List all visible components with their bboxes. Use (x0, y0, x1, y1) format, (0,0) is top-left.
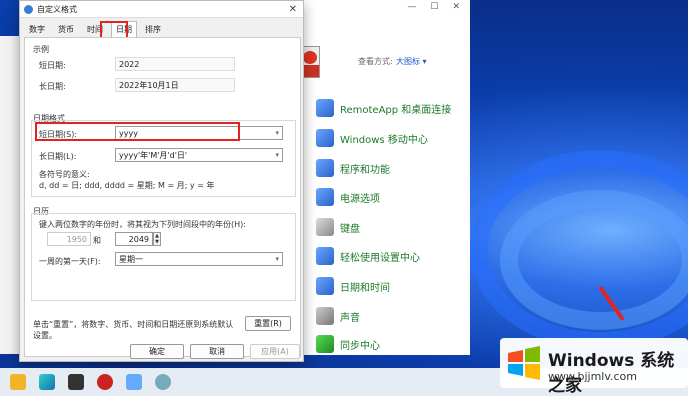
cp-item-date-time[interactable]: 日期和时间 (316, 276, 390, 296)
maximize-icon[interactable]: ☐ (430, 2, 438, 12)
settings-icon (24, 4, 33, 14)
watermark: Windows 系统之家 www.bjjmlv.com (500, 338, 688, 396)
cp-item-sound[interactable]: 声音 (316, 306, 360, 326)
windows-logo-icon (508, 346, 540, 380)
example-group-label: 示例 (33, 45, 49, 54)
keyboard-icon (316, 218, 334, 236)
tab-currency[interactable]: 货币 (53, 21, 79, 38)
close-icon[interactable]: ✕ (452, 2, 460, 12)
example-short-label: 短日期: (39, 61, 66, 70)
speaker-icon (316, 307, 334, 325)
long-date-combo[interactable]: yyyy'年'M'月'd'日' ▾ (115, 148, 283, 162)
reset-hint: 单击“重置”，将数字、货币、时间和日期还原到系统默认设置。 (33, 320, 234, 340)
example-long-value: 2022年10月1日 (115, 78, 235, 92)
cp-item-keyboard[interactable]: 键盘 (316, 217, 360, 237)
remoteapp-icon (316, 99, 334, 117)
clock-icon (316, 277, 334, 295)
control-panel-header: 查看方式: 大图标 ▾ (296, 42, 471, 82)
cp-item-mobility-center[interactable]: Windows 移动中心 (316, 128, 428, 148)
chevron-down-icon: ▾ (275, 129, 279, 137)
minimize-icon[interactable]: — (407, 2, 416, 12)
first-day-combo[interactable]: 星期一 ▾ (115, 252, 283, 266)
cp-item-ease-of-access[interactable]: 轻松使用设置中心 (316, 246, 420, 266)
year-stepper[interactable]: ▲ ▼ (153, 232, 161, 246)
watermark-url: www.bjjmlv.com (548, 370, 637, 383)
legend-title: 各符号的意义: (39, 170, 90, 179)
from-year-field: 1950 (47, 232, 91, 246)
to-year-field[interactable]: 2049 (115, 232, 153, 246)
date-tab-panel: 示例 短日期: 2022 长日期: 2022年10月1日 日期格式 短日期(S)… (24, 37, 301, 357)
control-panel-titlebar: — ☐ ✕ (296, 0, 470, 14)
dialog-title: 自定义格式 (37, 4, 77, 14)
sync-icon (316, 335, 334, 353)
tab-bar: 数字 货币 时间 日期 排序 (24, 21, 169, 38)
example-short-value: 2022 (115, 57, 235, 71)
first-day-label: 一周的第一天(F): (39, 257, 101, 266)
apply-button[interactable]: 应用(A) (250, 344, 300, 359)
reset-button[interactable]: 重置(R) (245, 316, 291, 331)
ok-button[interactable]: 确定 (130, 344, 184, 359)
cp-item-programs[interactable]: 程序和功能 (316, 158, 390, 178)
cp-item-power[interactable]: 电源选项 (316, 187, 380, 207)
long-date-label: 长日期(L): (39, 152, 77, 161)
power-icon (316, 188, 334, 206)
customize-format-dialog: 自定义格式 ✕ 数字 货币 时间 日期 排序 示例 短日期: 2022 长日期:… (19, 0, 304, 362)
legend-text: d, dd = 日; ddd, dddd = 星期; M = 月; y = 年 (39, 181, 215, 190)
two-digit-year-description: 键入两位数字的年份时，将其视为下列时间段中的年份(H): (39, 220, 246, 229)
chevron-down-icon: ▾ (275, 151, 279, 159)
mobility-center-icon (316, 129, 334, 147)
and-label: 和 (93, 236, 101, 245)
cp-item-sync-center[interactable]: 同步中心 (316, 334, 380, 354)
cancel-button[interactable]: 取消 (190, 344, 244, 359)
dialog-titlebar: 自定义格式 ✕ (20, 1, 303, 18)
view-label: 查看方式: (358, 57, 393, 66)
tab-number[interactable]: 数字 (24, 21, 50, 38)
view-selector[interactable]: 大图标 ▾ (396, 56, 427, 67)
short-date-highlight (35, 122, 240, 141)
tab-sort[interactable]: 排序 (140, 21, 166, 38)
edge-icon[interactable] (39, 374, 55, 390)
programs-icon (316, 159, 334, 177)
remote-desktop-icon[interactable] (126, 374, 142, 390)
record-icon[interactable] (97, 374, 113, 390)
control-panel-window: — ☐ ✕ 查看方式: 大图标 ▾ RemoteApp 和桌面连接 Window… (295, 0, 470, 355)
control-panel-icon[interactable] (155, 374, 171, 390)
file-explorer-icon[interactable] (10, 374, 26, 390)
app-icon[interactable] (68, 374, 84, 390)
example-long-label: 长日期: (39, 82, 66, 91)
cp-item-remoteapp[interactable]: RemoteApp 和桌面连接 (316, 98, 451, 118)
chevron-down-icon: ▾ (275, 255, 279, 263)
close-icon[interactable]: ✕ (289, 4, 297, 15)
ease-of-access-icon (316, 247, 334, 265)
